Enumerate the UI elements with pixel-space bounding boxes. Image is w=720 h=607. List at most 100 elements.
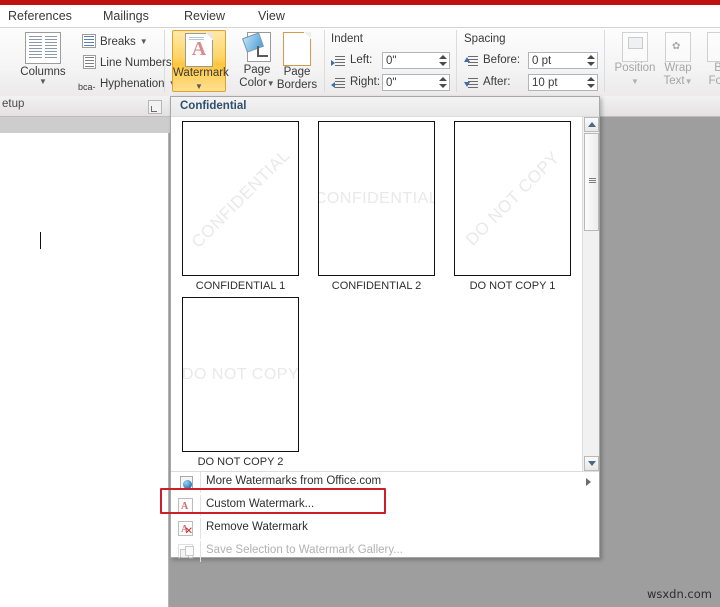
- indent-section-title: Indent: [331, 33, 363, 45]
- save-gallery-icon: [174, 543, 198, 560]
- spacing-before-icon: [464, 56, 478, 68]
- spacing-before-label: Before:: [483, 54, 521, 66]
- gallery-item-do-not-copy-1[interactable]: DO NOT COPY DO NOT COPY 1: [454, 121, 571, 293]
- wrap-text-label-line1: Wrap: [664, 62, 692, 74]
- indent-left-input[interactable]: 0": [382, 52, 450, 69]
- page-borders-button[interactable]: Page Borders: [272, 30, 322, 92]
- position-icon: [622, 32, 648, 62]
- annotation-highlight-rect: [160, 488, 386, 514]
- watermark-preview: DO NOT COPY: [454, 121, 571, 276]
- indent-left-label: Left:: [350, 54, 373, 66]
- document-top-gutter: [0, 117, 170, 133]
- columns-icon: [25, 32, 61, 64]
- columns-button[interactable]: Columns ▼: [14, 30, 72, 92]
- bring-forward-icon: [707, 32, 720, 62]
- document-page[interactable]: [0, 133, 169, 607]
- bring-forward-label-line2: Forv: [708, 74, 720, 87]
- scroll-up-button[interactable]: [584, 117, 599, 132]
- spacing-after-stepper[interactable]: [584, 76, 596, 89]
- position-label: Position: [614, 62, 656, 74]
- page-borders-label-line2: Borders: [276, 78, 318, 91]
- menu-item-label: Remove Watermark: [206, 521, 308, 533]
- spacing-after-input[interactable]: 10 pt: [528, 74, 598, 91]
- gallery-scrollbar[interactable]: [582, 117, 599, 471]
- gallery-item-do-not-copy-2[interactable]: DO NOT COPY DO NOT COPY 2: [182, 297, 299, 469]
- page-borders-label-line1: Page: [283, 66, 311, 78]
- triangle-down-icon: [588, 461, 596, 466]
- spacing-section-title: Spacing: [464, 33, 506, 45]
- spacing-before-stepper[interactable]: [584, 54, 596, 67]
- scroll-down-button[interactable]: [584, 456, 599, 471]
- scrollbar-thumb[interactable]: [584, 133, 599, 231]
- indent-right-value: 0": [386, 77, 397, 89]
- wrap-text-button: ✿ Wrap Text▼: [655, 30, 701, 92]
- breaks-icon: [78, 34, 96, 48]
- bring-forward-button: Br Forv: [700, 30, 720, 92]
- breaks-button[interactable]: Breaks ▼: [78, 32, 148, 51]
- menu-item-label: Save Selection to Watermark Gallery...: [206, 544, 403, 556]
- watermark-preview-text: CONFIDENTIAL: [318, 189, 435, 207]
- gallery-item-confidential-2[interactable]: CONFIDENTIAL CONFIDENTIAL 2: [318, 121, 435, 293]
- tab-view[interactable]: View: [258, 7, 285, 25]
- page-color-label-line2: Color: [239, 76, 267, 89]
- tab-references[interactable]: References: [8, 7, 72, 25]
- gallery-item-caption: CONFIDENTIAL 1: [195, 280, 286, 292]
- spacing-before-value: 0 pt: [532, 55, 552, 67]
- indent-right-input[interactable]: 0": [382, 74, 450, 91]
- ribbon-tab-bar: References Mailings Review View: [0, 5, 720, 27]
- watermark-preview: CONFIDENTIAL: [318, 121, 435, 276]
- triangle-up-icon: [588, 122, 596, 127]
- breaks-label: Breaks: [100, 36, 136, 48]
- group-divider-2: [324, 30, 325, 92]
- menu-item-save-selection: Save Selection to Watermark Gallery...: [171, 541, 599, 562]
- gallery-menu: More Watermarks from Office.com A Custom…: [171, 471, 599, 562]
- text-caret: [40, 232, 41, 249]
- spacing-after-label: After:: [483, 76, 511, 88]
- indent-left-value: 0": [386, 55, 397, 67]
- hyphenation-button[interactable]: bca-Hyphenation▼: [78, 74, 177, 93]
- group-divider-3: [456, 30, 457, 92]
- indent-right-label: Right:: [350, 76, 381, 88]
- gallery-item-confidential-1[interactable]: CONFIDENTIAL CONFIDENTIAL 1: [182, 121, 299, 293]
- gallery-category-label: Confidential: [180, 100, 247, 112]
- menu-item-label: More Watermarks from Office.com: [206, 475, 382, 487]
- spacing-after-value: 10 pt: [532, 77, 558, 89]
- submenu-arrow-icon: [586, 478, 591, 486]
- spacing-after-icon: [464, 78, 478, 90]
- watermark-remove-icon: A ✕: [174, 520, 198, 537]
- watermark-preview: DO NOT COPY: [182, 297, 299, 452]
- bring-forward-label-line1: Br: [714, 62, 720, 74]
- gallery-items-area: CONFIDENTIAL CONFIDENTIAL 1 CONFIDENTIAL…: [171, 117, 583, 471]
- indent-right-stepper[interactable]: [436, 76, 448, 89]
- line-numbers-label: Line Numbers: [100, 57, 172, 69]
- site-watermark: wsxdn.com: [646, 587, 712, 601]
- hyphenation-icon-text: bca-: [78, 82, 96, 92]
- watermark-preview-text: DO NOT COPY: [461, 147, 563, 249]
- watermark-preview-text: CONFIDENTIAL: [187, 145, 294, 252]
- tab-review[interactable]: Review: [184, 7, 225, 25]
- menu-item-remove-watermark[interactable]: A ✕ Remove Watermark: [171, 518, 599, 539]
- indent-left-stepper[interactable]: [436, 54, 448, 67]
- position-button: Position ▼: [608, 30, 662, 92]
- gallery-item-caption: DO NOT COPY 1: [469, 280, 556, 292]
- page-setup-dialog-launcher-icon[interactable]: [148, 100, 162, 114]
- gallery-item-caption: CONFIDENTIAL 2: [331, 280, 422, 292]
- menu-icon-divider: [200, 541, 201, 562]
- hyphenation-label: Hyphenation: [100, 78, 165, 90]
- group-divider-4: [604, 30, 605, 92]
- chevron-down-icon: ▼: [195, 81, 203, 91]
- indent-right-icon: [331, 78, 345, 90]
- chevron-down-icon: ▼: [139, 37, 148, 46]
- chevron-down-icon: ▼: [39, 77, 47, 86]
- watermark-button[interactable]: A Watermark ▼: [172, 30, 229, 92]
- line-numbers-button[interactable]: Line Numbers▼: [78, 53, 184, 72]
- wrap-text-label-line2: Text: [663, 74, 685, 87]
- watermark-label: Watermark: [173, 67, 229, 79]
- chevron-down-icon: ▼: [631, 76, 639, 86]
- page-color-icon: [241, 32, 271, 64]
- spacing-before-input[interactable]: 0 pt: [528, 52, 598, 69]
- tab-mailings[interactable]: Mailings: [103, 7, 149, 25]
- wrap-text-icon: ✿: [665, 32, 691, 62]
- menu-icon-divider: [200, 518, 201, 539]
- page-borders-icon: [283, 32, 311, 66]
